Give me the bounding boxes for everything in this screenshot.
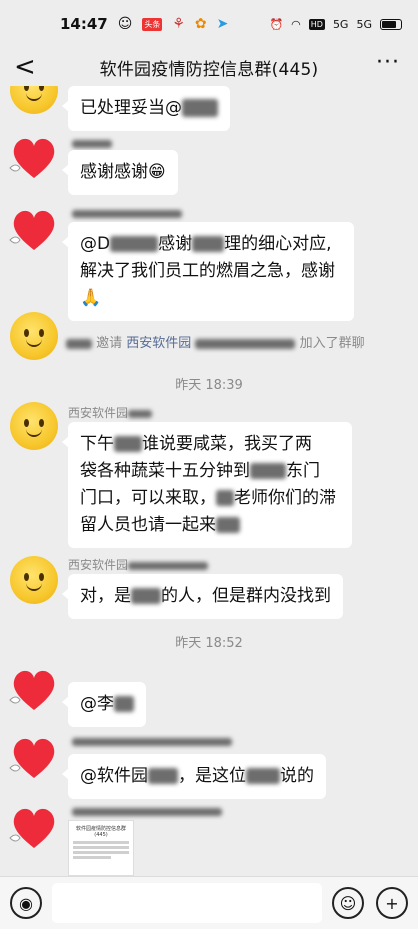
avatar-heart[interactable] [9, 204, 58, 252]
sender-name [72, 206, 182, 220]
message-bubble[interactable]: 已处理妥当@ [62, 86, 230, 131]
message-input[interactable] [52, 883, 322, 923]
invite-link[interactable]: 西安软件园 [126, 336, 191, 351]
emoji-button[interactable]: ☺ [332, 887, 364, 919]
status-time: 14:47 [60, 15, 108, 33]
hd-icon: HD [308, 18, 325, 30]
invite-notice: 邀请 西安软件园 加入了群聊 [66, 332, 365, 351]
sender-name [72, 804, 222, 818]
more-button[interactable]: ··· [376, 50, 400, 75]
sender-name [72, 734, 232, 748]
back-button[interactable]: < [14, 52, 36, 82]
image-message-thumbnail[interactable]: 软件园疫情防控信息群(445) [68, 820, 134, 876]
chat-messages[interactable]: 已处理妥当@ 感谢感谢😁 @D 感谢 理的细心对应, 解决了我们员工的燃眉之急，感谢… [0, 86, 418, 876]
message-bubble[interactable]: 对，是 的人，但是群内没找到 [62, 574, 343, 619]
more-actions-button[interactable]: + [376, 887, 408, 919]
message-bubble[interactable]: @软件园 ，是这位 说的 [62, 754, 326, 799]
avatar-smiley[interactable] [10, 312, 58, 360]
app-icon-2: ✿ [194, 16, 207, 32]
avatar-heart[interactable] [9, 802, 58, 850]
avatar-smiley[interactable] [10, 402, 58, 450]
wifi-icon: ◠ [291, 17, 301, 31]
alarm-icon: ⏰ [269, 17, 284, 31]
message-bubble[interactable]: 感谢感谢😁 [62, 150, 178, 195]
plus-icon: + [385, 893, 399, 913]
time-label: 昨天 18:52 [175, 636, 243, 651]
status-bar: 14:47 ☺ 头条 ⚘ ✿ ➤ ⏰ ◠ HD 5G 5G [0, 0, 418, 48]
app-icon: ⚘ [172, 16, 185, 32]
telegram-icon: ➤ [216, 16, 229, 32]
battery-icon [380, 18, 402, 30]
avatar-smiley[interactable] [10, 556, 58, 604]
message-bubble[interactable]: @李 [62, 682, 146, 727]
avatar-smiley[interactable] [10, 86, 58, 114]
voice-input-button[interactable]: ◉ [10, 887, 42, 919]
sender-name: 西安软件园 [68, 404, 153, 421]
sender-name: 西安软件园 [68, 556, 209, 573]
input-bar: ◉ ☺ + [0, 876, 418, 929]
signal-icon-2: 5G [356, 17, 372, 31]
voice-icon: ◉ [19, 893, 33, 913]
chat-bubble-icon: ☺ [117, 16, 133, 32]
emoji-icon: ☺ [339, 893, 357, 913]
avatar-heart[interactable] [9, 132, 58, 180]
app-badge-icon: 头条 [142, 17, 163, 31]
message-bubble[interactable]: @D 感谢 理的细心对应, 解决了我们员工的燃眉之急，感谢 🙏 [62, 222, 354, 321]
time-label: 昨天 18:39 [175, 378, 243, 393]
chat-header: < 软件园疫情防控信息群(445) ··· [0, 48, 418, 86]
avatar-heart[interactable] [9, 664, 58, 712]
sender-name [72, 136, 112, 150]
avatar-heart[interactable] [9, 732, 58, 780]
chat-title: 软件园疫情防控信息群(445) [99, 59, 319, 80]
message-bubble[interactable]: 下午 谁说要咸菜，我买了两 袋各种蔬菜十五分钟到 东门 门口，可以来取， 老师你们的滞… [62, 422, 352, 548]
signal-icon-1: 5G [332, 17, 349, 31]
